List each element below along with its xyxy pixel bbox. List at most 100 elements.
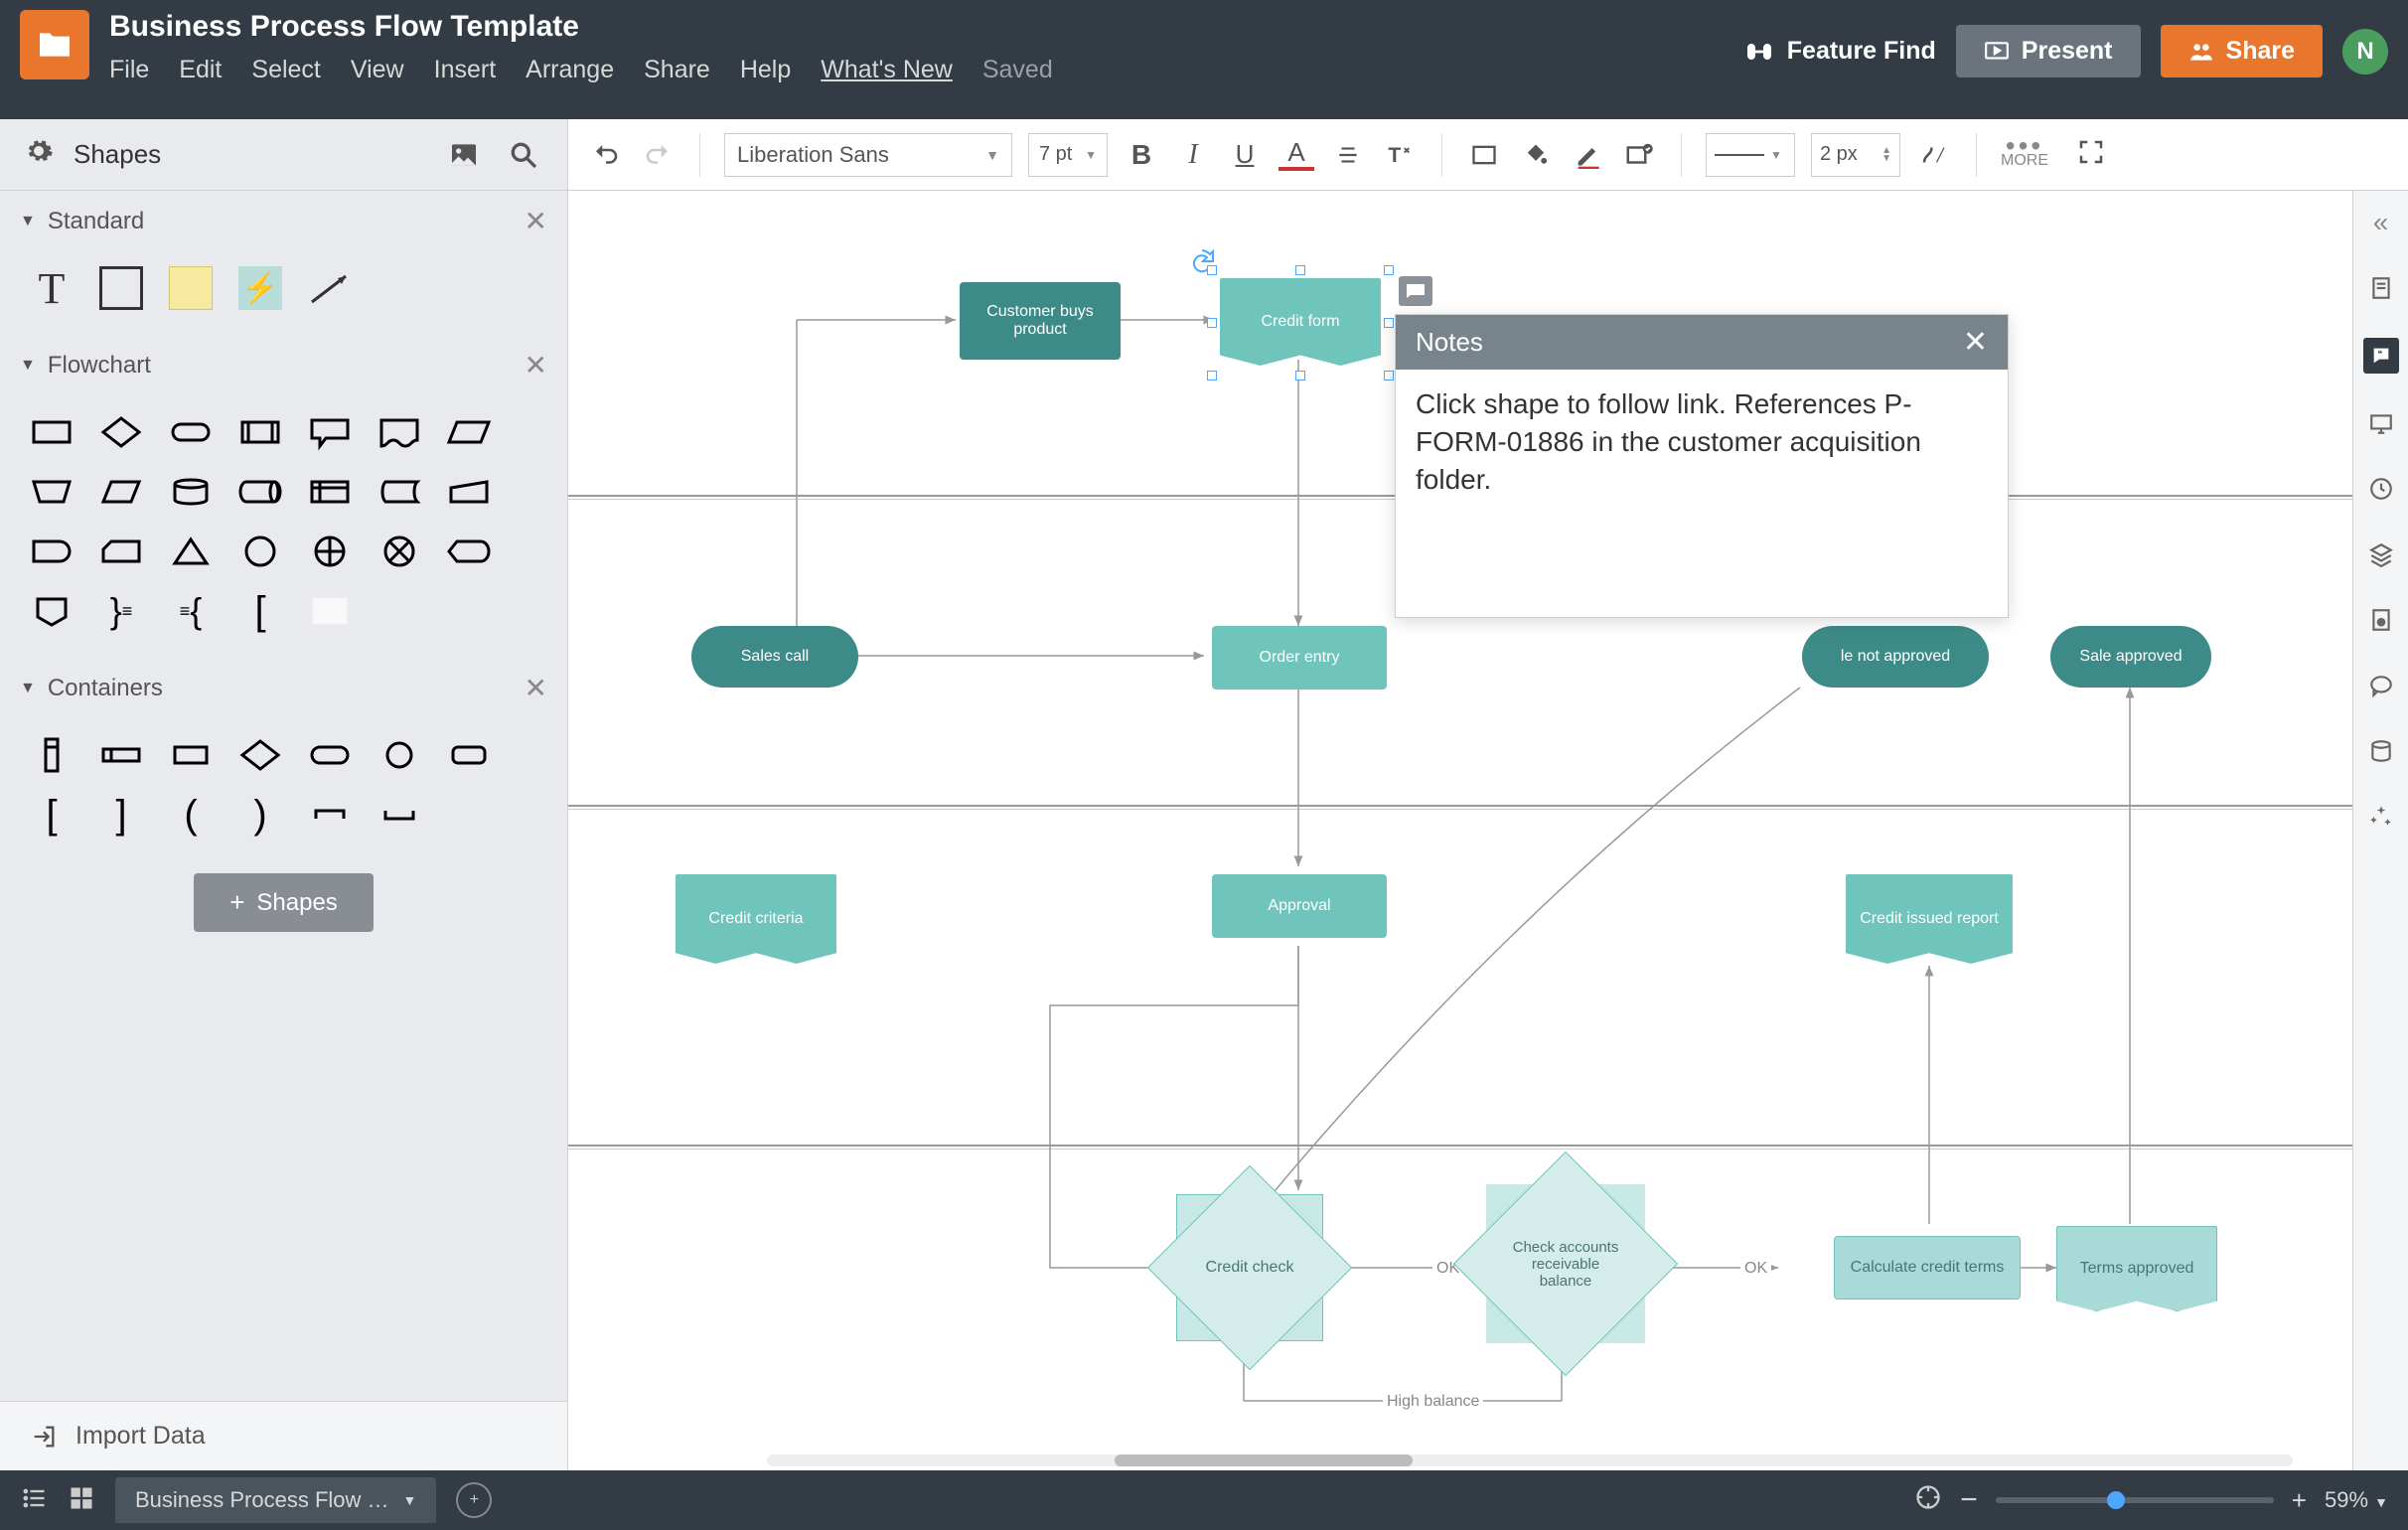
flowchart-document[interactable] [368,405,431,459]
menu-edit[interactable]: Edit [179,56,222,84]
redo-button[interactable] [640,137,676,173]
menu-whats-new[interactable]: What's New [821,56,953,84]
list-view-icon[interactable] [20,1484,48,1517]
node-sale-not-approved[interactable]: le not approved [1802,626,1989,688]
container-swimlane-h[interactable] [89,728,153,782]
rotate-handle-icon[interactable] [1182,244,1222,284]
flowchart-summing[interactable] [298,525,362,578]
container-diamond[interactable] [228,728,292,782]
add-shapes-button[interactable]: + Shapes [194,873,374,932]
comments-icon[interactable]: ❝ [2363,338,2399,374]
close-icon[interactable]: ✕ [525,349,547,382]
present-button[interactable]: Present [1956,25,2141,77]
zoom-out-button[interactable]: − [1960,1483,1978,1517]
magic-icon[interactable] [2365,801,2397,833]
node-terms-approved[interactable]: Terms approved [2056,1226,2217,1311]
document-title[interactable]: Business Process Flow Template [109,10,1743,44]
line-options-button[interactable] [1916,137,1952,173]
page-tab[interactable]: Business Process Flow … ▼ [115,1477,436,1523]
shape-arrow[interactable] [298,261,362,315]
present-panel-icon[interactable] [2365,407,2397,439]
share-button[interactable]: Share [2161,25,2323,77]
chat-icon[interactable] [2365,670,2397,701]
menu-view[interactable]: View [351,56,404,84]
fill-color-button[interactable] [1518,137,1554,173]
page-icon[interactable] [2365,604,2397,636]
flowchart-manual-input[interactable] [437,465,501,519]
container-circle[interactable] [368,728,431,782]
zoom-level[interactable]: 59% ▼ [2325,1487,2388,1513]
font-family-select[interactable]: Liberation Sans▼ [724,133,1012,177]
shape-text[interactable]: T [20,261,83,315]
flowchart-offpage[interactable] [20,584,83,638]
search-icon[interactable] [504,135,543,175]
node-sale-approved[interactable]: Sale approved [2050,626,2211,688]
text-options-button[interactable]: T [1382,137,1418,173]
container-rounded[interactable] [437,728,501,782]
node-credit-criteria[interactable]: Credit criteria [676,874,836,964]
node-credit-issued[interactable]: Credit issued report [1846,874,2013,964]
data-icon[interactable] [2365,735,2397,767]
menu-insert[interactable]: Insert [434,56,497,84]
flowchart-decision[interactable] [89,405,153,459]
node-credit-form[interactable]: Credit form [1220,278,1381,366]
container-bracket-b[interactable] [368,788,431,842]
grid-view-icon[interactable] [68,1484,95,1517]
node-approval[interactable]: Approval [1212,874,1387,938]
shape-options-button[interactable] [1621,137,1657,173]
category-standard[interactable]: ▼ Standard ✕ [0,191,567,251]
layers-icon[interactable] [2365,538,2397,570]
container-paren-l[interactable]: ( [159,788,223,842]
container-rect[interactable] [159,728,223,782]
horizontal-scrollbar[interactable] [767,1454,2293,1466]
node-check-accounts[interactable]: Check accounts receivable balance [1486,1184,1645,1343]
add-page-button[interactable]: + [456,1482,492,1518]
flowchart-delay[interactable] [20,525,83,578]
container-brace-r[interactable]: ] [89,788,153,842]
italic-button[interactable]: I [1175,137,1211,173]
flowchart-extract[interactable] [159,525,223,578]
node-order-entry[interactable]: Order entry [1212,626,1387,689]
notes-popup-header[interactable]: Notes ✕ [1396,315,2008,370]
shape-style-button[interactable] [1466,137,1502,173]
node-customer-buys[interactable]: Customer buys product [960,282,1121,360]
flowchart-callout[interactable] [298,405,362,459]
gear-icon[interactable] [24,136,54,173]
zoom-slider[interactable] [1996,1497,2274,1503]
note-indicator-icon[interactable] [1399,276,1432,306]
close-icon[interactable]: ✕ [525,672,547,704]
flowchart-stored[interactable] [368,465,431,519]
flowchart-connector[interactable] [228,525,292,578]
collapse-icon[interactable]: « [2373,207,2389,238]
line-style-select[interactable]: ▼ [1706,133,1795,177]
fullscreen-button[interactable] [2076,137,2106,172]
flowchart-bracket[interactable]: [ [228,584,292,638]
node-credit-check[interactable]: Credit check [1176,1194,1323,1341]
shape-box[interactable] [89,261,153,315]
node-credit-form-selection[interactable]: Credit form [1212,270,1389,376]
font-size-select[interactable]: 7 pt▼ [1028,133,1108,177]
more-button[interactable]: ••• MORE [2001,140,2048,170]
flowchart-display[interactable] [437,525,501,578]
close-icon[interactable]: ✕ [1963,325,1988,360]
menu-arrange[interactable]: Arrange [526,56,614,84]
line-width-select[interactable]: 2 px▲▼ [1811,133,1900,177]
flowchart-brace-left[interactable]: ≡{ [159,584,223,638]
container-swimlane-v[interactable] [20,728,83,782]
node-calculate-credit[interactable]: Calculate credit terms [1834,1236,2021,1300]
activity-icon[interactable] [1914,1483,1942,1517]
bold-button[interactable]: B [1124,137,1159,173]
flowchart-or[interactable] [368,525,431,578]
flowchart-manual-op[interactable] [20,465,83,519]
underline-button[interactable]: U [1227,137,1263,173]
flowchart-terminator[interactable] [159,405,223,459]
import-data-button[interactable]: Import Data [0,1401,567,1470]
canvas[interactable]: Customer buys product Credit form Sales … [568,191,2352,1470]
flowchart-blank[interactable] [298,584,362,638]
flowchart-io[interactable] [89,465,153,519]
container-bracket-t[interactable] [298,788,362,842]
feature-find-button[interactable]: Feature Find [1743,36,1936,68]
flowchart-predefined[interactable] [228,405,292,459]
history-icon[interactable] [2365,473,2397,505]
flowchart-internal[interactable] [298,465,362,519]
